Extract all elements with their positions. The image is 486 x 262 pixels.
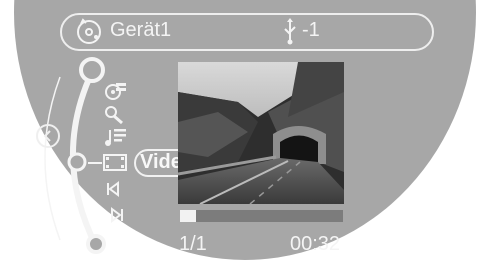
idrive-screen: Gerät1 -1 Video 1/1 00:32 <box>0 0 486 262</box>
previous-track-icon[interactable] <box>104 180 122 198</box>
selection-connector <box>88 162 102 164</box>
music-list-icon[interactable] <box>104 126 128 148</box>
chevron-left-icon <box>43 130 51 142</box>
track-position: 1/1 <box>179 233 207 255</box>
scroll-bottom-knob[interactable] <box>84 232 108 256</box>
playback-progress-fill <box>180 210 197 222</box>
next-track-icon[interactable] <box>108 206 126 224</box>
selection-knob[interactable] <box>65 150 89 174</box>
playback-progress-bar[interactable] <box>180 210 343 222</box>
back-button[interactable] <box>36 124 60 148</box>
video-icon[interactable] <box>102 151 128 173</box>
video-thumbnail <box>178 62 344 204</box>
album-art-icon[interactable] <box>102 80 128 102</box>
media-player-view: Gerät1 -1 Video 1/1 00:32 <box>0 0 486 262</box>
search-icon[interactable] <box>102 104 128 126</box>
elapsed-time: 00:32 <box>290 233 341 255</box>
